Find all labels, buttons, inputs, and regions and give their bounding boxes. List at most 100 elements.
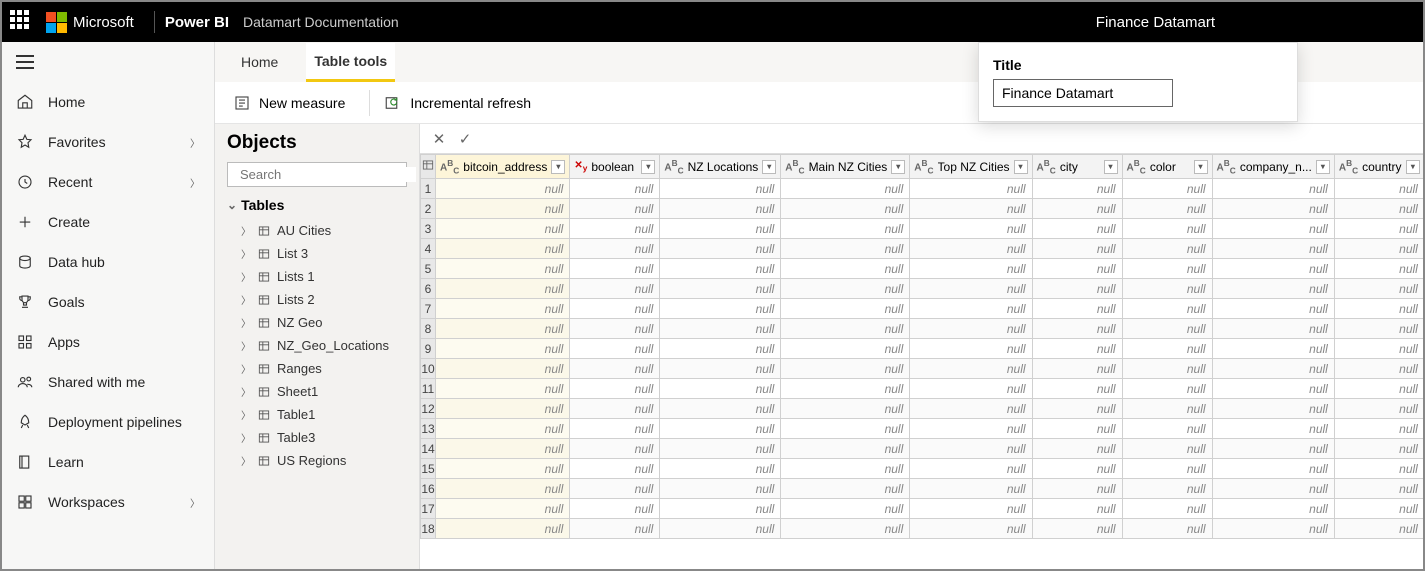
table-row[interactable]: 6nullnullnullnullnullnullnullnullnull: [421, 279, 1424, 299]
grid-cell[interactable]: null: [910, 179, 1032, 199]
grid-cell[interactable]: null: [1334, 419, 1423, 439]
grid-cell[interactable]: null: [1212, 439, 1334, 459]
nav-item-shared[interactable]: Shared with me: [2, 362, 214, 402]
column-filter-button[interactable]: ▾: [1406, 160, 1420, 174]
grid-cell[interactable]: null: [1122, 519, 1212, 539]
row-number[interactable]: 14: [421, 439, 436, 459]
grid-cell[interactable]: null: [660, 179, 781, 199]
grid-cell[interactable]: null: [660, 199, 781, 219]
grid-cell[interactable]: null: [436, 279, 570, 299]
grid-cell[interactable]: null: [436, 239, 570, 259]
grid-cell[interactable]: null: [910, 199, 1032, 219]
grid-cell[interactable]: null: [910, 379, 1032, 399]
grid-cell[interactable]: null: [781, 359, 910, 379]
grid-cell[interactable]: null: [1212, 299, 1334, 319]
row-number[interactable]: 1: [421, 179, 436, 199]
grid-cell[interactable]: null: [1334, 499, 1423, 519]
grid-cell[interactable]: null: [436, 259, 570, 279]
grid-cell[interactable]: null: [660, 239, 781, 259]
table-row[interactable]: 3nullnullnullnullnullnullnullnullnull: [421, 219, 1424, 239]
grid-cell[interactable]: null: [910, 319, 1032, 339]
grid-cell[interactable]: null: [1334, 479, 1423, 499]
grid-cell[interactable]: null: [1122, 479, 1212, 499]
row-number[interactable]: 10: [421, 359, 436, 379]
grid-cell[interactable]: null: [570, 279, 660, 299]
grid-cell[interactable]: null: [910, 299, 1032, 319]
grid-cell[interactable]: null: [781, 459, 910, 479]
grid-cell[interactable]: null: [436, 519, 570, 539]
grid-cell[interactable]: null: [436, 179, 570, 199]
grid-cell[interactable]: null: [436, 459, 570, 479]
table-tree-item[interactable]: 〉Table3: [227, 426, 407, 449]
grid-cell[interactable]: null: [1212, 199, 1334, 219]
grid-cell[interactable]: null: [660, 399, 781, 419]
table-row[interactable]: 7nullnullnullnullnullnullnullnullnull: [421, 299, 1424, 319]
grid-cell[interactable]: null: [1032, 439, 1122, 459]
grid-cell[interactable]: null: [910, 219, 1032, 239]
row-number[interactable]: 6: [421, 279, 436, 299]
grid-cell[interactable]: null: [1032, 359, 1122, 379]
nav-item-pipelines[interactable]: Deployment pipelines: [2, 402, 214, 442]
grid-cell[interactable]: null: [1212, 479, 1334, 499]
row-number[interactable]: 15: [421, 459, 436, 479]
row-number[interactable]: 16: [421, 479, 436, 499]
grid-cell[interactable]: null: [570, 319, 660, 339]
grid-cell[interactable]: null: [910, 399, 1032, 419]
table-row[interactable]: 1nullnullnullnullnullnullnullnullnull: [421, 179, 1424, 199]
nav-item-favorites[interactable]: Favorites〉: [2, 122, 214, 162]
nav-item-workspaces[interactable]: Workspaces〉: [2, 482, 214, 522]
grid-cell[interactable]: null: [910, 419, 1032, 439]
grid-cell[interactable]: null: [660, 379, 781, 399]
grid-cell[interactable]: null: [1212, 359, 1334, 379]
grid-cell[interactable]: null: [1334, 359, 1423, 379]
grid-cell[interactable]: null: [570, 439, 660, 459]
grid-cell[interactable]: null: [781, 499, 910, 519]
grid-cell[interactable]: null: [1334, 219, 1423, 239]
grid-cell[interactable]: null: [660, 459, 781, 479]
grid-cell[interactable]: null: [781, 519, 910, 539]
row-number[interactable]: 18: [421, 519, 436, 539]
grid-cell[interactable]: null: [910, 499, 1032, 519]
grid-cell[interactable]: null: [1212, 379, 1334, 399]
nav-collapse-button[interactable]: [2, 42, 214, 82]
table-tree-item[interactable]: 〉Table1: [227, 403, 407, 426]
column-header[interactable]: ✕yboolean▾: [570, 155, 660, 179]
grid-cell[interactable]: null: [570, 219, 660, 239]
row-number[interactable]: 12: [421, 399, 436, 419]
grid-cell[interactable]: null: [660, 299, 781, 319]
table-tree-item[interactable]: 〉Lists 1: [227, 265, 407, 288]
grid-cell[interactable]: null: [570, 519, 660, 539]
grid-cell[interactable]: null: [1122, 439, 1212, 459]
incremental-refresh-button[interactable]: Incremental refresh: [384, 94, 531, 112]
grid-cell[interactable]: null: [1212, 459, 1334, 479]
tables-tree-header[interactable]: Tables: [227, 197, 407, 213]
column-filter-button[interactable]: ▾: [1194, 160, 1208, 174]
grid-cell[interactable]: null: [1122, 239, 1212, 259]
formula-commit-button[interactable]: ✓: [452, 128, 478, 150]
table-tree-item[interactable]: 〉AU Cities: [227, 219, 407, 242]
grid-cell[interactable]: null: [570, 299, 660, 319]
grid-cell[interactable]: null: [660, 219, 781, 239]
grid-cell[interactable]: null: [1122, 319, 1212, 339]
grid-cell[interactable]: null: [1032, 339, 1122, 359]
grid-cell[interactable]: null: [1334, 399, 1423, 419]
formula-input[interactable]: [482, 127, 1417, 151]
nav-item-learn[interactable]: Learn: [2, 442, 214, 482]
grid-cell[interactable]: null: [436, 199, 570, 219]
grid-cell[interactable]: null: [660, 339, 781, 359]
grid-cell[interactable]: null: [1032, 299, 1122, 319]
grid-cell[interactable]: null: [1334, 339, 1423, 359]
grid-cell[interactable]: null: [910, 339, 1032, 359]
nav-item-apps[interactable]: Apps: [2, 322, 214, 362]
grid-cell[interactable]: null: [910, 439, 1032, 459]
table-tree-item[interactable]: 〉NZ Geo: [227, 311, 407, 334]
grid-cell[interactable]: null: [781, 479, 910, 499]
grid-cell[interactable]: null: [781, 239, 910, 259]
nav-item-goals[interactable]: Goals: [2, 282, 214, 322]
grid-cell[interactable]: null: [436, 299, 570, 319]
grid-cell[interactable]: null: [1334, 319, 1423, 339]
grid-cell[interactable]: null: [1122, 459, 1212, 479]
grid-cell[interactable]: null: [570, 239, 660, 259]
table-tree-item[interactable]: 〉List 3: [227, 242, 407, 265]
grid-cell[interactable]: null: [1032, 499, 1122, 519]
